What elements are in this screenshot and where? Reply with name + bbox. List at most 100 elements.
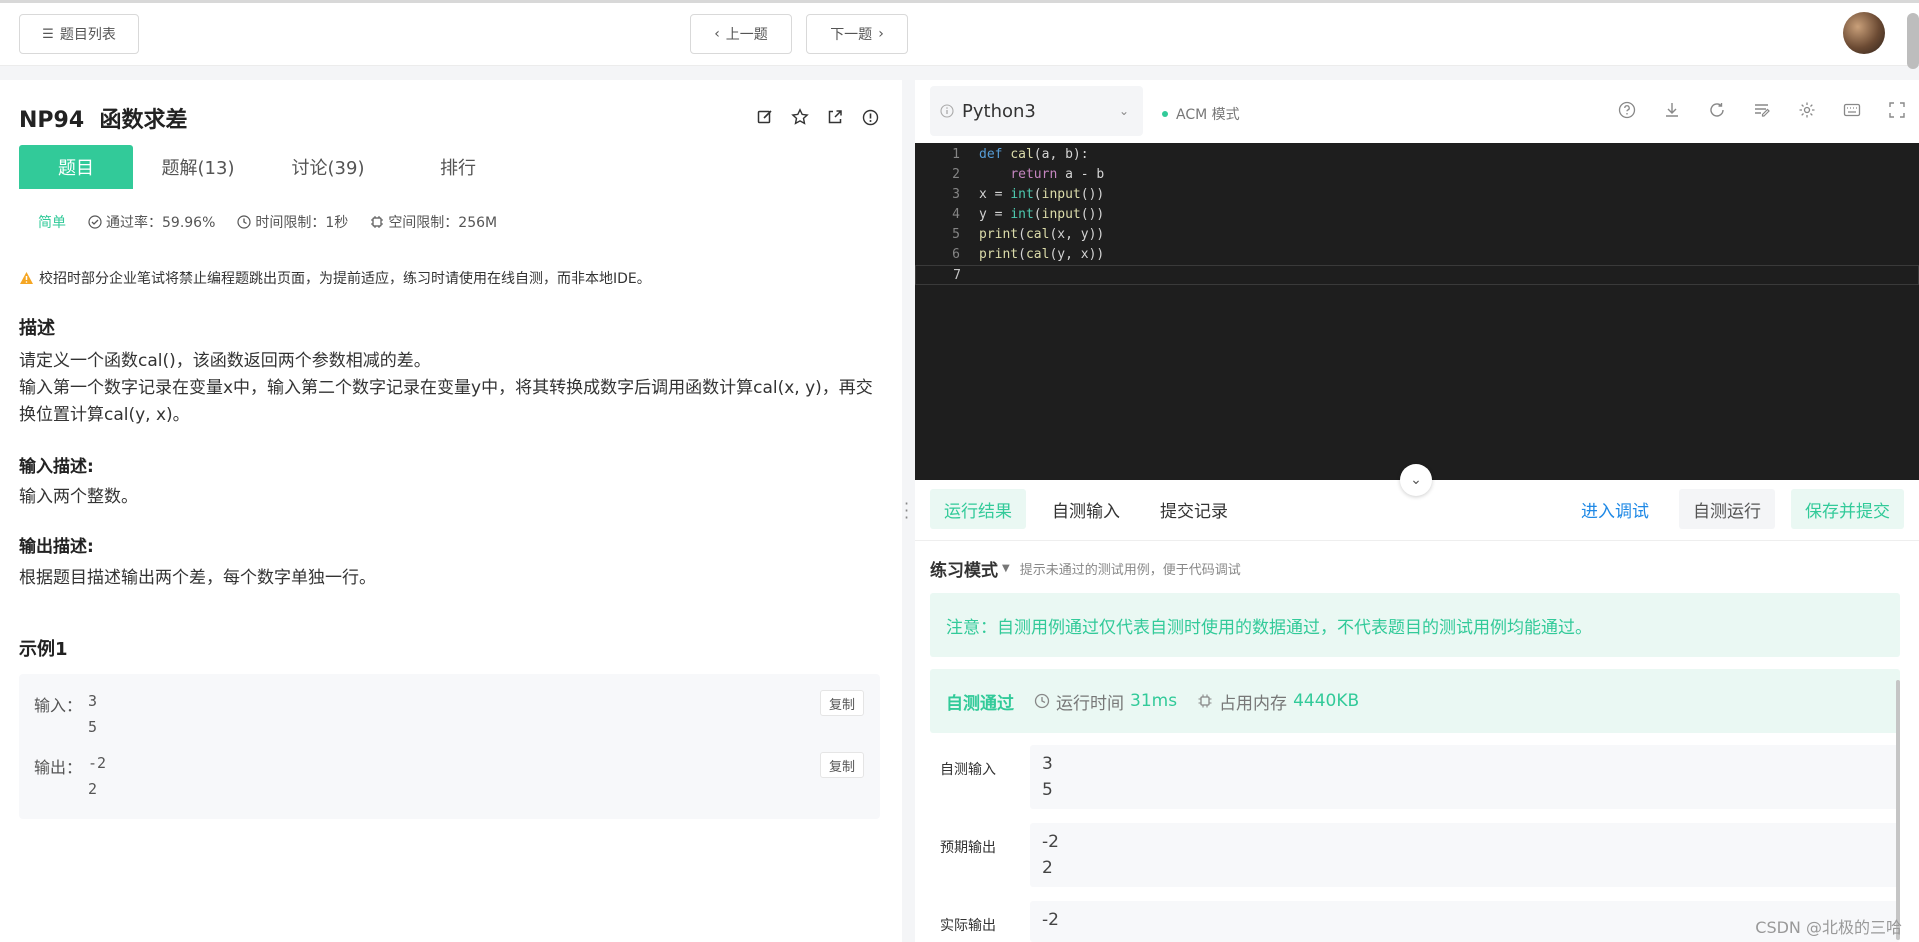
warning-icon bbox=[20, 272, 33, 284]
settings-icon[interactable] bbox=[1797, 100, 1817, 120]
practice-hint: 提示未通过的测试用例，便于代码调试 bbox=[1019, 563, 1241, 578]
code-line-current: 7 bbox=[915, 265, 1919, 285]
code-editor[interactable]: 1 def cal(a, b): 2 return a - b 3 x = in… bbox=[915, 143, 1919, 480]
download-icon[interactable] bbox=[1662, 100, 1682, 120]
info-icon[interactable] bbox=[860, 107, 880, 127]
caret-down-icon[interactable]: ▼ bbox=[1002, 563, 1010, 574]
divider bbox=[915, 540, 1919, 541]
line-number: 6 bbox=[952, 247, 960, 262]
example-input-values: 3 5 bbox=[88, 688, 97, 740]
panel-resize-handle[interactable]: · · · bbox=[904, 496, 910, 526]
code-text: print(cal(y, x)) bbox=[979, 247, 1105, 262]
practice-mode-select[interactable]: 练习模式 bbox=[930, 556, 998, 581]
runtime-value: 31ms bbox=[1130, 691, 1178, 711]
tab-self-test-input[interactable]: 自测输入 bbox=[1038, 489, 1134, 529]
collapse-toggle-button[interactable]: ⌄ bbox=[1400, 464, 1432, 496]
editor-panel: Python3 ⌄ ACM 模式 1 def cal(a, b): 2 retu… bbox=[915, 80, 1919, 942]
clock-icon bbox=[1034, 693, 1050, 709]
example-input-label: 输入： bbox=[34, 696, 83, 715]
tab-solutions[interactable]: 题解(13) bbox=[133, 145, 263, 189]
problem-panel: NP94 函数求差 题目 题解(13) 讨论(39) 排行 简单 通过率：59.… bbox=[0, 80, 902, 942]
acm-mode: ACM 模式 bbox=[1162, 104, 1240, 124]
time-limit: 时间限制：1秒 bbox=[237, 212, 348, 232]
language-select[interactable]: Python3 ⌄ bbox=[930, 86, 1143, 136]
copy-output-button[interactable]: 复制 bbox=[820, 752, 864, 778]
tab-discussion[interactable]: 讨论(39) bbox=[263, 145, 393, 189]
tab-problem[interactable]: 题目 bbox=[19, 145, 133, 189]
copy-label: 复制 bbox=[828, 697, 855, 713]
runtime-info: 运行时间 31ms bbox=[1034, 689, 1177, 714]
save-submit-button[interactable]: 保存并提交 bbox=[1791, 489, 1904, 529]
fullscreen-icon[interactable] bbox=[1887, 100, 1907, 120]
description-text: 请定义一个函数cal()，该函数返回两个参数相减的差。 输入第一个数字记录在变量… bbox=[19, 348, 889, 429]
next-problem-button[interactable]: 下一题 › bbox=[806, 14, 908, 54]
list-icon: ☰ bbox=[42, 26, 54, 42]
example-value: 3 bbox=[88, 692, 98, 710]
example-value: 2 bbox=[88, 780, 98, 798]
code-text: def cal(a, b): bbox=[979, 147, 1089, 162]
code-line: 4 y = int(input()) bbox=[915, 205, 1919, 225]
status-badge: 自测通过 bbox=[946, 693, 1014, 714]
memory-value: 4440KB bbox=[1293, 691, 1360, 711]
expected-output-value: -2 2 bbox=[1030, 823, 1900, 887]
exam-warning: 校招时部分企业笔试将禁止编程题跳出页面，为提前适应，练习时请使用在线自测，而非本… bbox=[19, 268, 651, 288]
tab-label: 运行结果 bbox=[944, 501, 1012, 522]
editor-toolbar bbox=[1617, 100, 1907, 120]
warning-text: 校招时部分企业笔试将禁止编程题跳出页面，为提前适应，练习时请使用在线自测，而非本… bbox=[39, 271, 651, 287]
keyboard-icon[interactable] bbox=[1842, 100, 1862, 120]
line-number: 7 bbox=[953, 268, 961, 283]
actual-output-label: 实际输出 bbox=[940, 918, 996, 934]
code-line: 3 x = int(input()) bbox=[915, 185, 1919, 205]
chip-icon bbox=[371, 216, 384, 228]
prev-problem-button[interactable]: ‹ 上一题 bbox=[690, 14, 792, 54]
problem-tabs: 题目 题解(13) 讨论(39) 排行 bbox=[19, 145, 523, 189]
tab-run-result[interactable]: 运行结果 bbox=[930, 489, 1026, 529]
pass-rate-text: 通过率：59.96% bbox=[106, 215, 216, 231]
copy-input-button[interactable]: 复制 bbox=[820, 690, 864, 716]
scrollbar[interactable] bbox=[1907, 13, 1919, 69]
self-input-value: 3 5 bbox=[1030, 745, 1900, 809]
line-number: 3 bbox=[952, 187, 960, 202]
star-icon[interactable] bbox=[790, 107, 810, 127]
debug-label: 进入调试 bbox=[1581, 501, 1649, 522]
memory-limit-text: 空间限制：256M bbox=[388, 215, 498, 231]
memory-limit: 空间限制：256M bbox=[370, 212, 497, 232]
share-icon[interactable] bbox=[825, 107, 845, 127]
refresh-icon[interactable] bbox=[1707, 100, 1727, 120]
result-summary: 自测通过 运行时间 31ms 占用内存 4440KB bbox=[930, 669, 1900, 733]
user-avatar[interactable] bbox=[1843, 12, 1885, 54]
code-text: return a - b bbox=[1010, 167, 1105, 182]
self-input-label: 自测输入 bbox=[940, 762, 996, 778]
help-icon[interactable] bbox=[1617, 100, 1637, 120]
problem-list-button[interactable]: ☰ 题目列表 bbox=[19, 14, 139, 54]
title-actions bbox=[755, 107, 880, 127]
io-line: 5 bbox=[1042, 780, 1053, 800]
status-dot bbox=[1162, 111, 1168, 117]
example-input-row: 输入： 3 5 bbox=[34, 692, 97, 740]
format-icon[interactable] bbox=[1752, 100, 1772, 120]
tab-label: 自测输入 bbox=[1052, 501, 1120, 522]
code-text: x = int(input()) bbox=[979, 187, 1105, 202]
chevron-right-icon: › bbox=[878, 26, 884, 42]
debug-button[interactable]: 进入调试 bbox=[1567, 489, 1663, 529]
example-output-label: 输出： bbox=[34, 758, 83, 777]
result-actions: 进入调试 自测运行 保存并提交 bbox=[1567, 489, 1904, 529]
line-number: 4 bbox=[952, 207, 960, 222]
chevron-down-icon: ⌄ bbox=[1118, 104, 1129, 118]
results-scrollbar[interactable] bbox=[1896, 680, 1900, 940]
example-value: 5 bbox=[88, 718, 98, 736]
tab-label: 排行 bbox=[440, 158, 476, 179]
example-value: -2 bbox=[88, 754, 107, 772]
tab-ranking[interactable]: 排行 bbox=[393, 145, 523, 189]
edit-icon[interactable] bbox=[755, 107, 775, 127]
expected-output-label: 预期输出 bbox=[940, 840, 996, 856]
difficulty-badge: 简单 bbox=[38, 215, 66, 231]
example-output-values: -2 2 bbox=[88, 750, 106, 802]
tab-submission-history[interactable]: 提交记录 bbox=[1146, 489, 1242, 529]
input-description: 输入两个整数。 bbox=[19, 487, 138, 507]
copy-label: 复制 bbox=[828, 759, 855, 775]
self-run-button[interactable]: 自测运行 bbox=[1679, 489, 1775, 529]
time-limit-text: 时间限制：1秒 bbox=[255, 215, 349, 231]
language-label: Python3 bbox=[962, 100, 1036, 122]
submit-label: 保存并提交 bbox=[1805, 501, 1890, 522]
